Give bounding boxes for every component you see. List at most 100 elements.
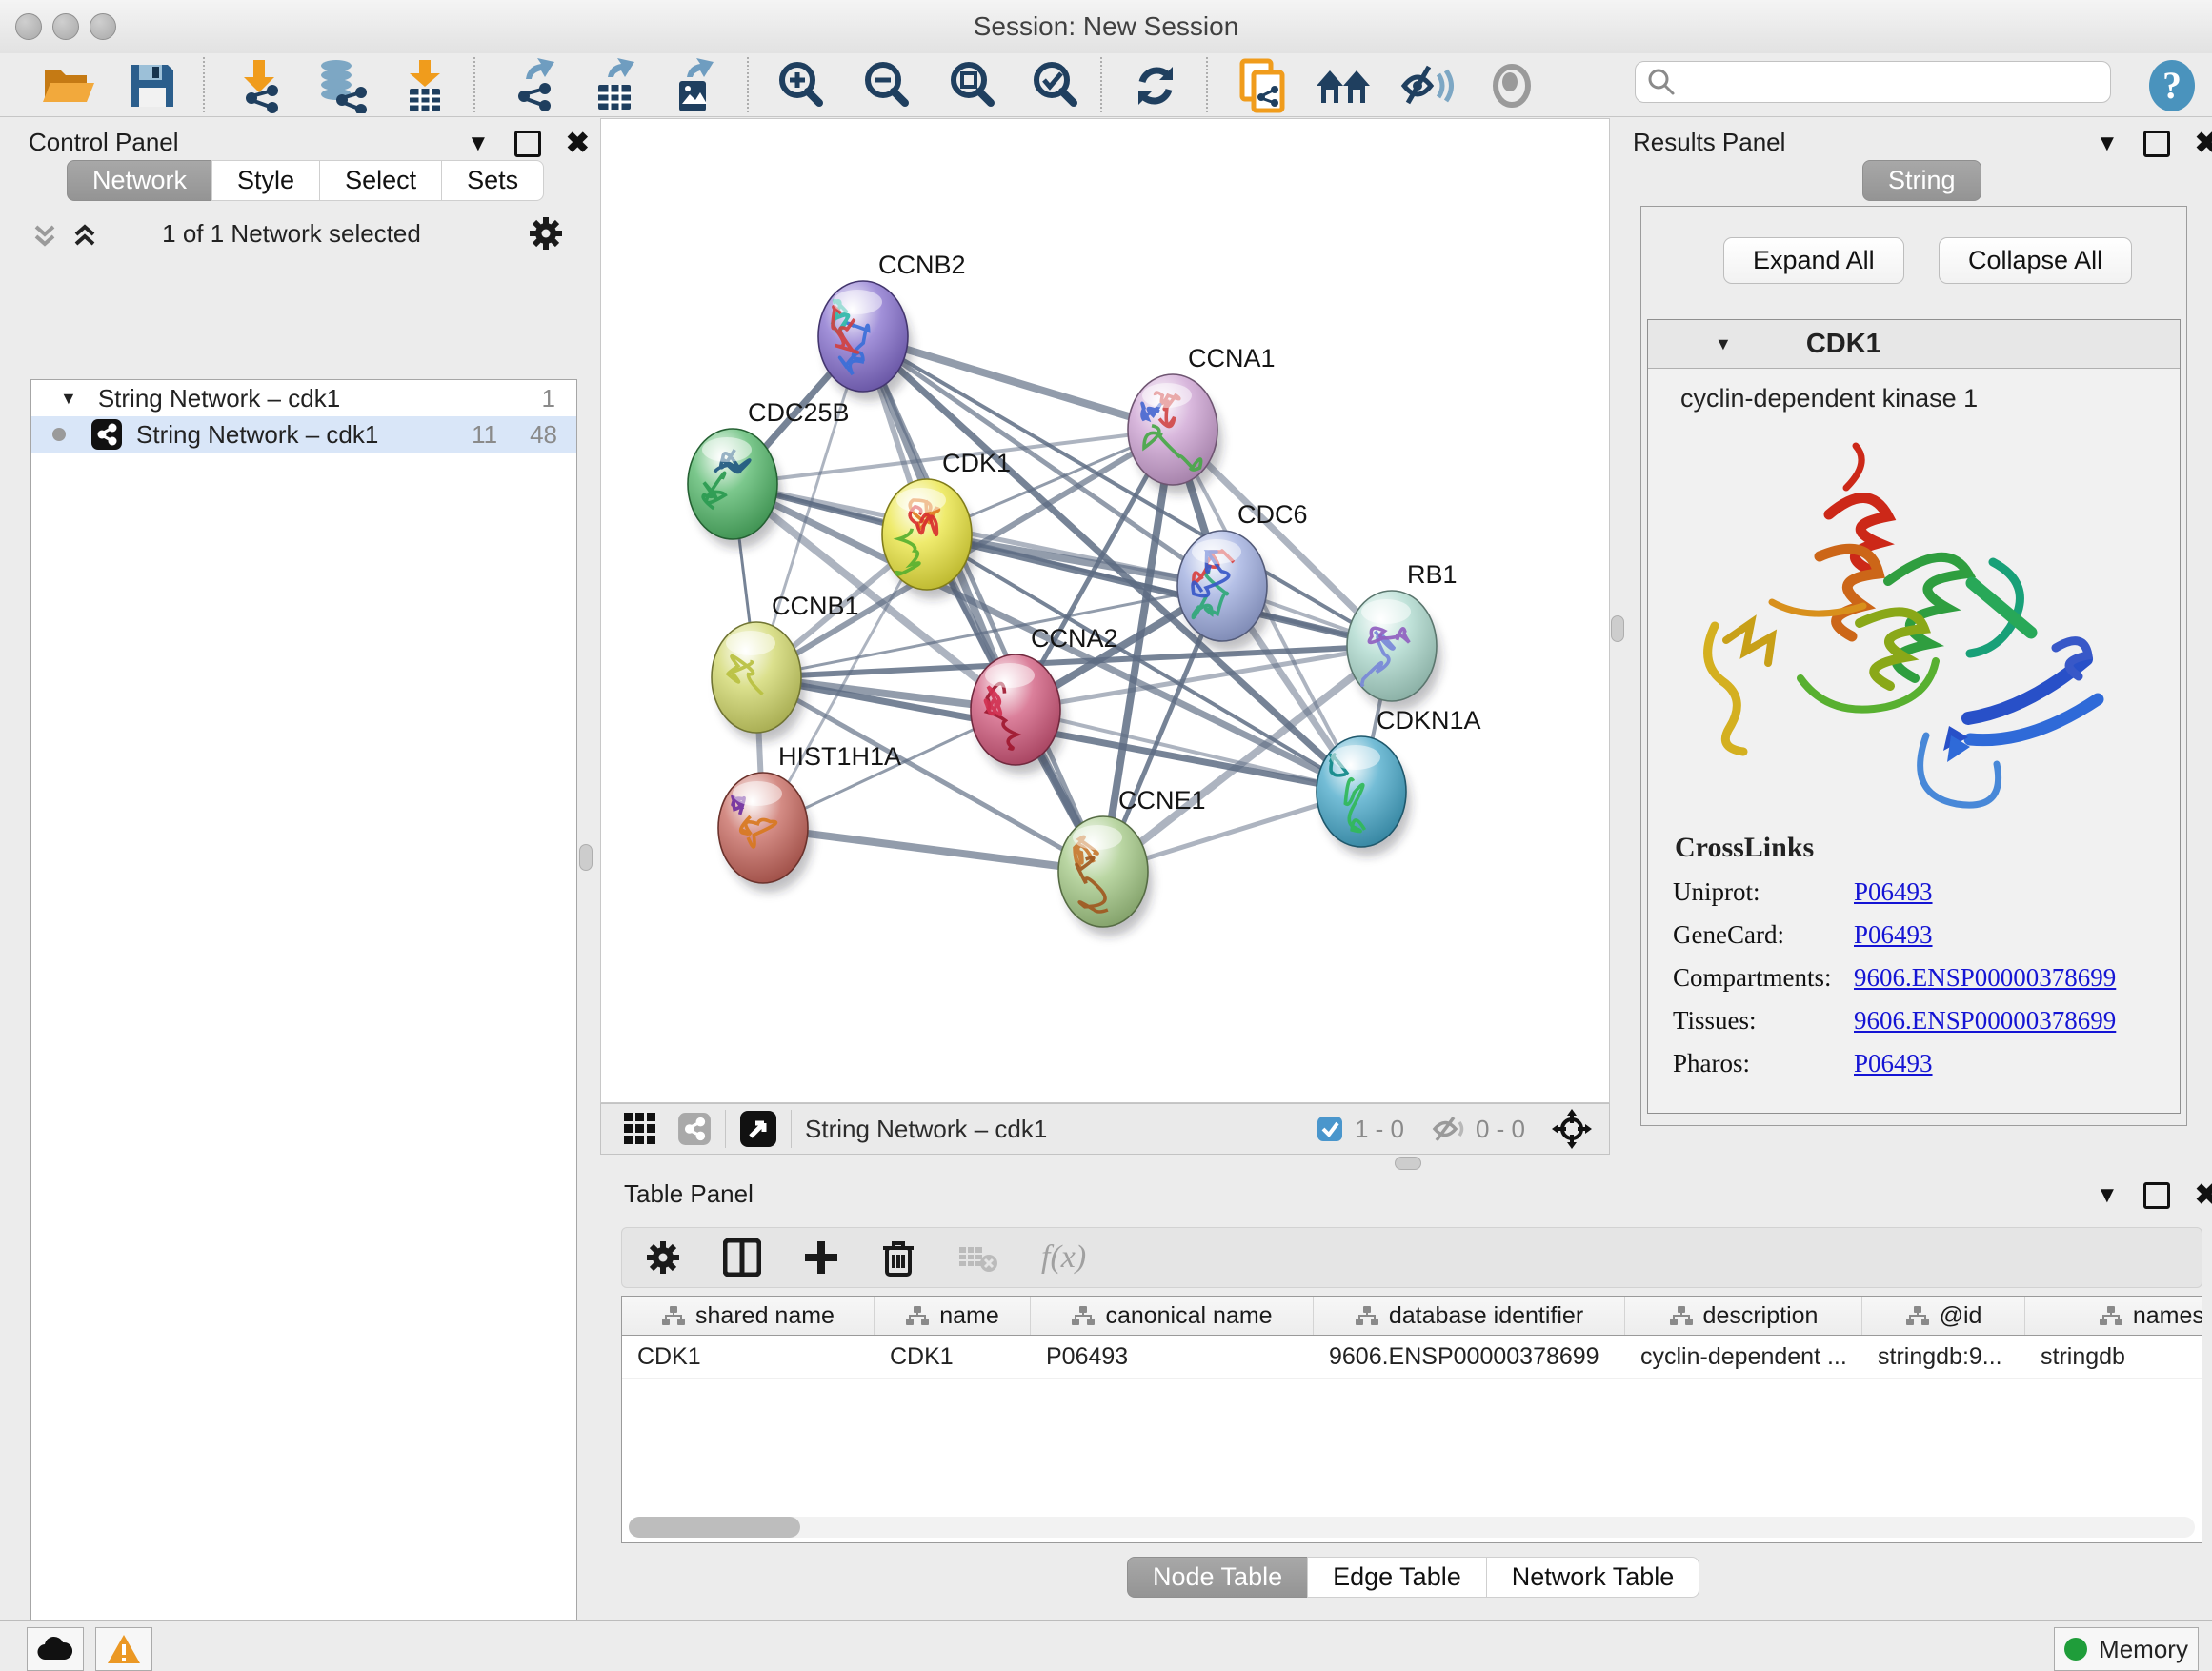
left-splitter-handle[interactable]	[579, 844, 593, 871]
network-node-ccne1[interactable]	[1058, 816, 1148, 927]
crosslink-link[interactable]: P06493	[1854, 920, 1933, 950]
crosslink-label: Pharos:	[1673, 1049, 1854, 1078]
network-node-ccnb2[interactable]	[818, 281, 908, 392]
selected-nodes-checkbox-icon[interactable]	[1317, 1116, 1343, 1142]
panel-close-icon[interactable]: ✖	[2195, 130, 2212, 158]
show-columns-icon[interactable]	[723, 1238, 761, 1277]
network-node-ccna2[interactable]	[971, 654, 1060, 765]
panel-float-icon[interactable]	[514, 131, 541, 157]
crosslink-link[interactable]: P06493	[1854, 1049, 1933, 1078]
hide-unhide-icon[interactable]	[1398, 59, 1459, 112]
column-header-shared-name[interactable]: shared name	[622, 1297, 875, 1335]
column-header-canonical-name[interactable]: canonical name	[1031, 1297, 1314, 1335]
network-tree-root-row[interactable]: ▼ String Network – cdk1 1	[31, 380, 576, 416]
export-table-icon[interactable]	[585, 59, 646, 112]
tree-expander-icon[interactable]: ▼	[60, 389, 77, 409]
crosslink-link[interactable]: P06493	[1854, 877, 1933, 907]
crosslink-link[interactable]: 9606.ENSP00000378699	[1854, 963, 2116, 993]
network-options-gear-icon[interactable]	[528, 215, 564, 256]
export-image-icon[interactable]	[664, 59, 725, 112]
column-header--id[interactable]: @id	[1862, 1297, 2025, 1335]
node-entry-name: CDK1	[1806, 329, 1881, 360]
collection-network-count: 1	[542, 384, 555, 413]
panel-menu-icon[interactable]: ▼	[2096, 1184, 2119, 1207]
column-header-name[interactable]: name	[875, 1297, 1031, 1335]
column-header-database-identifier[interactable]: database identifier	[1314, 1297, 1625, 1335]
network-node-cdk1[interactable]	[882, 479, 972, 590]
network-view-share-icon[interactable]	[677, 1112, 712, 1146]
panel-close-icon[interactable]: ✖	[2195, 1181, 2212, 1210]
warnings-button[interactable]	[95, 1627, 152, 1671]
import-network-icon[interactable]	[229, 59, 290, 112]
node-label-cdkn1a: CDKN1A	[1377, 706, 1481, 735]
network-node-rb1[interactable]	[1347, 591, 1437, 701]
save-icon[interactable]	[122, 59, 183, 112]
refresh-icon[interactable]	[1125, 59, 1186, 112]
results-panel-tab-string[interactable]: String	[1862, 160, 1981, 201]
table-body: CDK1CDK1P064939606.ENSP00000378699cyclin…	[622, 1336, 2202, 1379]
eye-disabled-icon[interactable]	[1481, 59, 1542, 112]
table-tab-network-table[interactable]: Network Table	[1486, 1557, 1700, 1598]
network-node-cdkn1a[interactable]	[1317, 736, 1406, 847]
footer-network-name: String Network – cdk1	[805, 1115, 1047, 1144]
collapse-entry-icon[interactable]: ▼	[1715, 334, 1732, 354]
zoom-out-icon[interactable]	[856, 59, 917, 112]
network-view-canvas[interactable]: CCNB2CCNA1CDC25BCDK1CDC6RB1CCNB1CCNA2CDK…	[600, 118, 1610, 1103]
network-edge	[1016, 710, 1361, 792]
node-count: 11	[472, 420, 497, 450]
node-details-header[interactable]: ▼ CDK1	[1648, 320, 2180, 369]
column-header-namespace[interactable]: namespace	[2025, 1297, 2202, 1335]
panel-float-icon[interactable]	[2143, 1182, 2170, 1209]
scrollbar-thumb[interactable]	[629, 1517, 800, 1538]
zoom-selected-icon[interactable]	[1025, 59, 1086, 112]
collapse-all-button[interactable]: Collapse All	[1939, 237, 2132, 284]
clone-network-icon[interactable]	[1233, 59, 1294, 112]
import-database-icon[interactable]	[311, 59, 372, 112]
network-tree-row-selected[interactable]: String Network – cdk1 11 48	[31, 416, 576, 453]
table-row[interactable]: CDK1CDK1P064939606.ENSP00000378699cyclin…	[622, 1336, 2202, 1379]
panel-menu-icon[interactable]: ▼	[467, 132, 490, 155]
delete-column-icon[interactable]	[881, 1238, 915, 1277]
network-view-footer: String Network – cdk1 1 - 0 0 - 0	[600, 1103, 1610, 1155]
homes-icon[interactable]	[1314, 59, 1375, 112]
panel-close-icon[interactable]: ✖	[566, 130, 590, 158]
table-tab-edge-table[interactable]: Edge Table	[1307, 1557, 1486, 1598]
crosslink-label: Tissues:	[1673, 1006, 1854, 1036]
network-node-cdc6[interactable]	[1177, 531, 1267, 641]
zoom-in-icon[interactable]	[771, 59, 832, 112]
network-node-ccnb1[interactable]	[712, 622, 801, 733]
expand-all-button[interactable]: Expand All	[1723, 237, 1904, 284]
crosslink-link[interactable]: 9606.ENSP00000378699	[1854, 1006, 2116, 1036]
table-cell: P06493	[1031, 1336, 1314, 1378]
panel-float-icon[interactable]	[2143, 131, 2170, 157]
import-table-icon[interactable]	[394, 59, 455, 112]
control-panel-tab-sets[interactable]: Sets	[441, 160, 544, 201]
table-tab-node-table[interactable]: Node Table	[1127, 1557, 1307, 1598]
network-node-hist1h1a[interactable]	[718, 773, 808, 883]
control-panel-tab-style[interactable]: Style	[211, 160, 319, 201]
cloud-services-button[interactable]	[27, 1627, 84, 1671]
search-input[interactable]	[1676, 68, 2089, 97]
grid-view-icon[interactable]	[622, 1111, 658, 1147]
detach-view-icon[interactable]	[739, 1110, 777, 1148]
table-horizontal-scrollbar[interactable]	[629, 1517, 2195, 1538]
memory-button[interactable]: Memory	[2054, 1627, 2199, 1671]
network-node-ccna1[interactable]	[1128, 374, 1217, 485]
table-options-gear-icon[interactable]	[645, 1239, 681, 1276]
add-column-icon[interactable]	[803, 1239, 839, 1276]
panel-menu-icon[interactable]: ▼	[2096, 132, 2119, 155]
status-bar	[0, 1620, 2212, 1671]
table-cell: stringdb	[2025, 1336, 2202, 1378]
toolbar-separator	[747, 57, 749, 112]
control-panel-tab-network[interactable]: Network	[67, 160, 211, 201]
open-folder-icon[interactable]	[38, 59, 99, 112]
birds-eye-navigator-icon[interactable]	[1550, 1107, 1594, 1151]
zoom-fit-icon[interactable]	[942, 59, 1003, 112]
network-canvas: CCNB2CCNA1CDC25BCDK1CDC6RB1CCNB1CCNA2CDK…	[601, 119, 1609, 1102]
export-network-icon[interactable]	[505, 59, 566, 112]
network-node-cdc25b[interactable]	[688, 429, 777, 539]
crosslink-label: Compartments:	[1673, 963, 1854, 993]
help-icon[interactable]: ?	[2142, 59, 2202, 112]
control-panel-tab-select[interactable]: Select	[319, 160, 441, 201]
column-header-description[interactable]: description	[1625, 1297, 1862, 1335]
